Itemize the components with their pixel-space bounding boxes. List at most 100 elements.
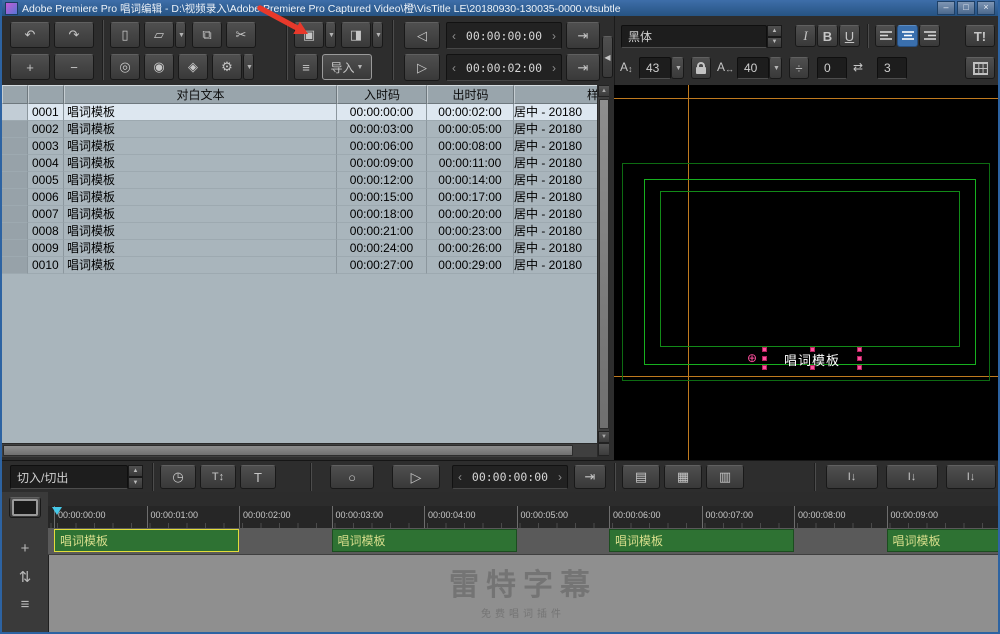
font-size-field[interactable]: 43 xyxy=(639,57,671,79)
settings-button[interactable]: ⚙ xyxy=(212,54,242,80)
text-static-button[interactable]: T xyxy=(240,465,276,489)
monitor-toggle-button[interactable] xyxy=(9,497,41,518)
char-width-field[interactable]: 40 xyxy=(737,57,769,79)
subtitle-row-0006[interactable]: 0006唱词模板00:00:15:0000:00:17:00居中 - 20180 xyxy=(2,189,597,206)
subtitle-row-0004[interactable]: 0004唱词模板00:00:09:0000:00:11:00居中 - 20180 xyxy=(2,155,597,172)
maximize-button[interactable]: □ xyxy=(957,1,975,15)
add-row-button[interactable]: + xyxy=(10,54,50,80)
open-file-dropdown[interactable]: ▼ xyxy=(175,22,186,48)
duration-button[interactable]: ◷ xyxy=(160,465,196,489)
current-timecode-display[interactable]: ‹ 00:00:00:00 › xyxy=(452,465,568,489)
close-button[interactable]: × xyxy=(977,1,995,15)
import-button[interactable]: 导入 ▼ xyxy=(322,54,372,80)
grab-frame-dropdown[interactable]: ▼ xyxy=(325,22,336,48)
subtitle-row-0001[interactable]: 0001唱词模板00:00:00:0000:00:02:00居中 - 20180 xyxy=(2,104,597,121)
redo-button[interactable]: ↷ xyxy=(54,22,94,48)
table-horizontal-scrollbar[interactable] xyxy=(2,443,597,457)
selection-handle[interactable] xyxy=(762,347,767,352)
layout-left-button[interactable]: ▤ xyxy=(622,465,660,489)
insert-in-button[interactable]: I↓ xyxy=(826,465,878,489)
selection-handle[interactable] xyxy=(857,347,862,352)
ratio-button[interactable]: ÷ xyxy=(789,57,809,79)
underline-button[interactable]: U xyxy=(839,25,860,47)
subtitle-row-0005[interactable]: 0005唱词模板00:00:12:0000:00:14:00居中 - 20180 xyxy=(2,172,597,189)
subtitle-row-0008[interactable]: 0008唱词模板00:00:21:0000:00:23:00居中 - 20180 xyxy=(2,223,597,240)
play-button[interactable]: ▷ xyxy=(392,465,440,489)
align-right-button[interactable] xyxy=(919,25,940,47)
step-down-icon[interactable]: ▼ xyxy=(128,477,143,489)
goto-in-button[interactable]: ◁ xyxy=(404,22,440,49)
insert-out-button[interactable]: I↓ xyxy=(886,465,938,489)
char-width-dropdown[interactable]: ▼ xyxy=(769,57,782,79)
header-style[interactable]: 样式 xyxy=(514,85,597,104)
subtitle-row-0009[interactable]: 0009唱词模板00:00:24:0000:00:26:00居中 - 20180 xyxy=(2,240,597,257)
subtitle-track[interactable]: 唱词模板 唱词模板 唱词模板 唱词模板 xyxy=(48,528,998,555)
header-text[interactable]: 对白文本 xyxy=(64,85,337,104)
goto-out-button[interactable]: ▷ xyxy=(404,54,440,81)
jump-to-out-button[interactable]: ⇥ xyxy=(566,54,600,81)
layout-grid-button[interactable]: ▦ xyxy=(664,465,702,489)
copy-button[interactable]: ⧉ xyxy=(192,22,222,48)
export-frame-dropdown[interactable]: ▼ xyxy=(372,22,383,48)
track-updown-icon[interactable]: ⇅ xyxy=(13,568,37,586)
font-family-stepper[interactable]: ▲ ▼ xyxy=(767,25,782,48)
align-center-button[interactable] xyxy=(897,25,918,47)
subtitle-row-0010[interactable]: 0010唱词模板00:00:27:0000:00:29:00居中 - 20180 xyxy=(2,257,597,274)
italic-button[interactable]: I xyxy=(795,25,816,47)
import-list-button[interactable]: ≡ xyxy=(294,54,318,80)
remove-row-button[interactable]: − xyxy=(54,54,94,80)
find-button[interactable]: ◎ xyxy=(110,54,140,80)
align-left-button[interactable] xyxy=(875,25,896,47)
font-family-select[interactable]: 黑体 xyxy=(621,25,767,48)
subtitle-row-0002[interactable]: 0002唱词模板00:00:03:0000:00:05:00居中 - 20180 xyxy=(2,121,597,138)
edit-mode-stepper[interactable]: ▲ ▼ xyxy=(128,465,143,489)
settings-dropdown[interactable]: ▼ xyxy=(243,54,254,80)
subtitle-row-0003[interactable]: 0003唱词模板00:00:06:0000:00:08:00居中 - 20180 xyxy=(2,138,597,155)
out-timecode-display[interactable]: ‹ 00:00:02:00 › xyxy=(446,54,562,81)
minimize-button[interactable]: – xyxy=(937,1,955,15)
header-out-timecode[interactable]: 出时码 xyxy=(427,85,514,104)
step-down-icon[interactable]: ▼ xyxy=(767,37,782,49)
font-size-dropdown[interactable]: ▼ xyxy=(671,57,684,79)
bold-button[interactable]: B xyxy=(817,25,838,47)
export-frame-button[interactable]: ◨ xyxy=(341,22,371,48)
grid-button[interactable] xyxy=(965,57,995,79)
selection-handle[interactable] xyxy=(857,365,862,370)
style-tool-button[interactable]: ◈ xyxy=(178,54,208,80)
in-timecode-display[interactable]: ‹ 00:00:00:00 › xyxy=(446,22,562,49)
undo-button[interactable]: ↶ xyxy=(10,22,50,48)
timeline-clip-4[interactable]: 唱词模板 xyxy=(887,529,999,552)
timeline-clip-1[interactable]: 唱词模板 xyxy=(54,529,239,552)
selection-handle[interactable] xyxy=(810,347,815,352)
skip-end-button[interactable]: ⇥ xyxy=(574,465,606,489)
header-in-timecode[interactable]: 入时码 xyxy=(337,85,427,104)
selection-handle[interactable] xyxy=(762,365,767,370)
zoom-button[interactable]: ◉ xyxy=(144,54,174,80)
lock-ratio-button[interactable] xyxy=(691,57,711,79)
outline-field[interactable]: 3 xyxy=(877,57,907,79)
selection-handle[interactable] xyxy=(810,365,815,370)
kerning-field[interactable]: 0 xyxy=(817,57,847,79)
playhead-marker[interactable] xyxy=(52,507,62,515)
horizontal-scroll-thumb[interactable] xyxy=(3,445,573,456)
step-up-icon[interactable]: ▲ xyxy=(767,25,782,37)
open-file-button[interactable]: ▱ xyxy=(144,22,174,48)
selection-handle[interactable] xyxy=(857,356,862,361)
timeline-clip-2[interactable]: 唱词模板 xyxy=(332,529,517,552)
track-list-icon[interactable]: ≡ xyxy=(13,596,37,613)
subtitle-row-0007[interactable]: 0007唱词模板00:00:18:0000:00:20:00居中 - 20180 xyxy=(2,206,597,223)
text-scroll-button[interactable]: T↕ xyxy=(200,465,236,489)
collapse-panel-button[interactable]: ◀ xyxy=(602,36,613,78)
layout-right-button[interactable]: ▥ xyxy=(706,465,744,489)
add-track-icon[interactable]: + xyxy=(13,540,37,557)
insert-both-button[interactable]: I↓ xyxy=(946,465,996,489)
record-button[interactable]: ○ xyxy=(330,465,374,489)
edit-mode-select[interactable]: 切入/切出 xyxy=(10,465,128,489)
timeline-clip-3[interactable]: 唱词模板 xyxy=(609,529,794,552)
jump-to-in-button[interactable]: ⇥ xyxy=(566,22,600,49)
vertical-scroll-thumb[interactable] xyxy=(599,99,609,429)
subtitle-object[interactable]: ⊕ 唱词模板 xyxy=(764,349,860,368)
new-file-button[interactable]: ▯ xyxy=(110,22,140,48)
step-up-icon[interactable]: ▲ xyxy=(128,465,143,477)
timeline-ruler[interactable]: 00:00:00:0000:00:01:0000:00:02:0000:00:0… xyxy=(48,506,998,529)
